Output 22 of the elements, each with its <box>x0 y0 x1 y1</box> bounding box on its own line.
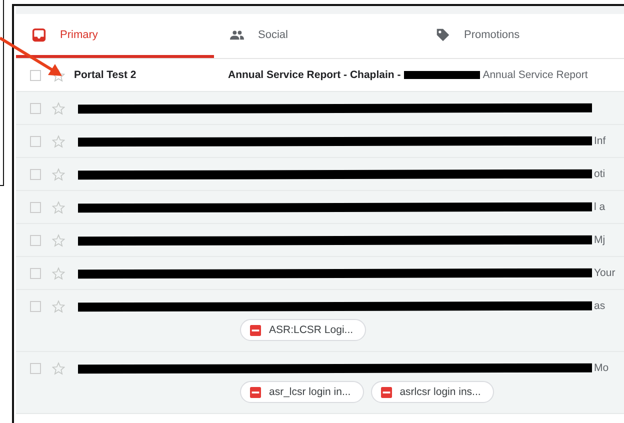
email-row[interactable]: Your <box>16 257 624 290</box>
attachment-chip[interactable]: asr_lcsr login in... <box>240 381 364 403</box>
email-snippet: Your <box>594 267 616 279</box>
email-row[interactable]: as ASR:LCSR Logi... <box>16 290 624 352</box>
email-row[interactable]: l a <box>16 191 624 224</box>
inbox-tab[interactable]: Promotions <box>420 14 618 58</box>
email-snippet: Inf <box>594 135 606 147</box>
email-subject: Annual Service Report - Chaplain - <box>228 69 401 81</box>
email-row[interactable]: Mj <box>16 224 624 257</box>
email-snippet: Mj <box>594 234 606 246</box>
email-row[interactable]: oti <box>16 158 624 191</box>
attachment-chip[interactable]: asrlcsr login ins... <box>370 381 494 403</box>
inbox-tab[interactable]: Social <box>214 14 420 58</box>
email-snippet: Annual Service Report <box>482 69 588 81</box>
email-snippet: l a <box>594 201 606 213</box>
email-snippet: oti <box>594 168 606 180</box>
email-snippet: Mo <box>594 362 609 374</box>
email-row[interactable]: Mo asr_lcsr login in... asrlcsr login ins... <box>16 352 624 414</box>
email-row[interactable]: Inf <box>16 125 624 158</box>
attachment-chip[interactable]: ASR:LCSR Logi... <box>240 319 366 341</box>
email-sender: Portal Test 2 <box>74 69 138 81</box>
email-snippet: as <box>594 300 606 312</box>
